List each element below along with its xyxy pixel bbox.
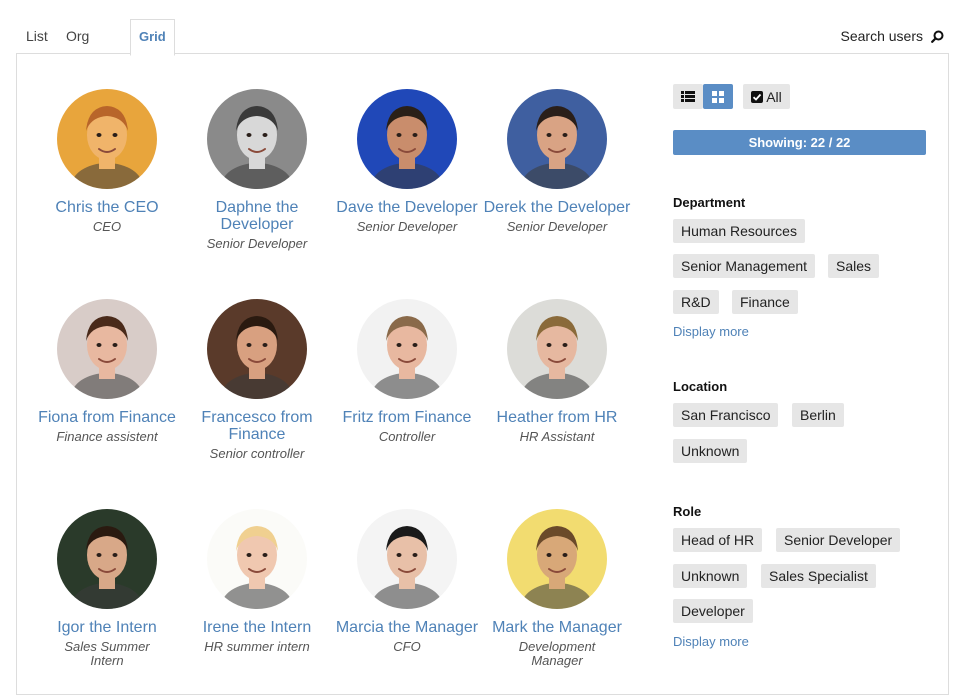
portrait-image <box>357 509 457 609</box>
person-card[interactable]: Derek the Developer Senior Developer <box>482 89 632 234</box>
department-chip[interactable]: Sales <box>828 254 880 278</box>
person-card[interactable]: Mark the Manager Development Manager <box>482 509 632 668</box>
avatar[interactable] <box>57 89 157 189</box>
role-chip[interactable]: Head of HR <box>673 528 763 552</box>
avatar[interactable] <box>507 299 607 399</box>
person-name[interactable]: Fiona from Finance <box>32 409 182 426</box>
person-role: Senior controller <box>209 446 305 461</box>
checkbox-checked-icon <box>751 90 764 103</box>
portrait-image <box>507 89 607 189</box>
portrait-image <box>57 89 157 189</box>
all-label: All <box>766 88 782 105</box>
tab-list[interactable]: List <box>18 19 56 53</box>
person-role: CEO <box>92 219 122 234</box>
person-role: Senior Developer <box>506 219 608 234</box>
portrait-image <box>357 299 457 399</box>
avatar[interactable] <box>357 509 457 609</box>
portrait-image <box>357 89 457 189</box>
person-name[interactable]: Mark the Manager <box>482 619 632 636</box>
location-facet-title: Location <box>673 379 728 394</box>
person-card[interactable]: Chris the CEO CEO <box>32 89 182 234</box>
role-display-more-link[interactable]: Display more <box>673 634 749 649</box>
person-card[interactable]: Fritz from Finance Controller <box>332 299 482 444</box>
person-role: HR Assistant <box>519 429 595 444</box>
portrait-image <box>207 89 307 189</box>
person-card[interactable]: Daphne the Developer Senior Developer <box>182 89 332 251</box>
person-name[interactable]: Irene the Intern <box>182 619 332 636</box>
person-card[interactable]: Francesco from Finance Senior controller <box>182 299 332 461</box>
department-facet-title: Department <box>673 195 746 210</box>
person-role: Finance assistent <box>56 429 158 444</box>
avatar[interactable] <box>57 299 157 399</box>
portrait-image <box>507 509 607 609</box>
avatar[interactable] <box>207 89 307 189</box>
list-icon <box>681 91 695 102</box>
person-card[interactable]: Fiona from Finance Finance assistent <box>32 299 182 444</box>
person-name[interactable]: Fritz from Finance <box>332 409 482 426</box>
department-chip[interactable]: R&D <box>673 290 719 314</box>
portrait-image <box>207 509 307 609</box>
avatar[interactable] <box>207 299 307 399</box>
person-role: Sales Summer Intern <box>64 639 150 668</box>
portrait-image <box>57 299 157 399</box>
select-all-toggle[interactable]: All <box>743 84 790 109</box>
person-card[interactable]: Igor the Intern Sales Summer Intern <box>32 509 182 668</box>
person-name[interactable]: Francesco from Finance <box>182 409 332 443</box>
person-card[interactable]: Dave the Developer Senior Developer <box>332 89 482 234</box>
person-role: Senior Developer <box>206 236 308 251</box>
person-name[interactable]: Derek the Developer <box>482 199 632 216</box>
department-chip[interactable]: Finance <box>732 290 798 314</box>
avatar[interactable] <box>357 299 457 399</box>
grid-icon <box>712 90 724 103</box>
person-name[interactable]: Marcia the Manager <box>332 619 482 636</box>
grid-view-button[interactable] <box>703 84 733 109</box>
list-view-button[interactable] <box>673 84 703 109</box>
location-chip[interactable]: San Francisco <box>673 403 779 427</box>
person-name[interactable]: Igor the Intern <box>32 619 182 636</box>
role-chip[interactable]: Sales Specialist <box>761 564 876 588</box>
person-role: Senior Developer <box>356 219 458 234</box>
search-users-button[interactable]: Search users <box>841 28 944 44</box>
avatar[interactable] <box>57 509 157 609</box>
person-name[interactable]: Heather from HR <box>482 409 632 426</box>
tab-grid[interactable]: Grid <box>130 19 175 56</box>
avatar[interactable] <box>507 509 607 609</box>
showing-count-bar: Showing: 22 / 22 <box>673 130 926 155</box>
person-role: Controller <box>378 429 436 444</box>
person-card[interactable]: Heather from HR HR Assistant <box>482 299 632 444</box>
role-facet-title: Role <box>673 504 702 519</box>
location-chip[interactable]: Unknown <box>673 439 748 463</box>
person-card[interactable]: Irene the Intern HR summer intern <box>182 509 332 654</box>
portrait-image <box>507 299 607 399</box>
person-name[interactable]: Daphne the Developer <box>182 199 332 233</box>
location-chip[interactable]: Berlin <box>792 403 844 427</box>
person-role: Development Manager <box>518 639 596 668</box>
role-chip[interactable]: Developer <box>673 599 753 623</box>
department-display-more-link[interactable]: Display more <box>673 324 749 339</box>
avatar[interactable] <box>357 89 457 189</box>
role-chip[interactable]: Unknown <box>673 564 748 588</box>
person-role: HR summer intern <box>204 639 310 654</box>
person-name[interactable]: Chris the CEO <box>32 199 182 216</box>
department-chip[interactable]: Human Resources <box>673 219 805 243</box>
person-name[interactable]: Dave the Developer <box>332 199 482 216</box>
person-card[interactable]: Marcia the Manager CFO <box>332 509 482 654</box>
avatar[interactable] <box>207 509 307 609</box>
department-chip[interactable]: Senior Management <box>673 254 816 278</box>
person-role: CFO <box>393 639 421 654</box>
portrait-image <box>207 299 307 399</box>
portrait-image <box>57 509 157 609</box>
role-chip[interactable]: Senior Developer <box>776 528 901 552</box>
search-label: Search users <box>840 28 923 44</box>
tab-org-chart[interactable]: Org chart <box>58 19 105 78</box>
avatar[interactable] <box>507 89 607 189</box>
search-icon <box>931 30 944 43</box>
